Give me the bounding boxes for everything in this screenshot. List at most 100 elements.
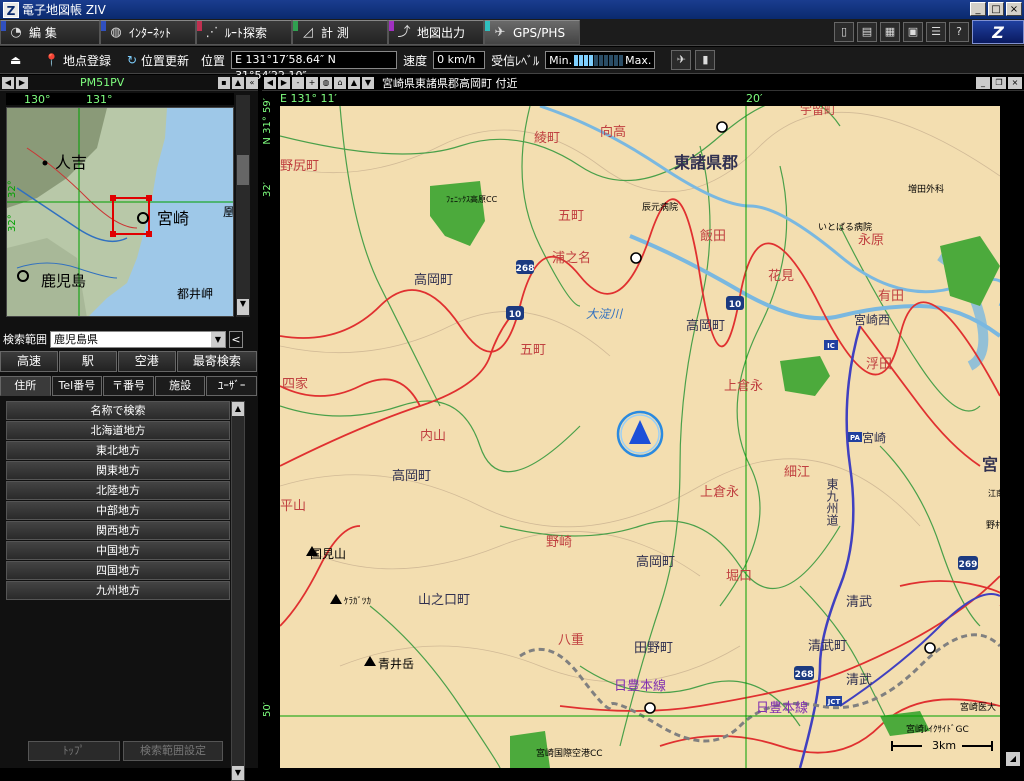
list-item[interactable]: 中部地方	[6, 501, 230, 520]
prev-icon[interactable]: ◀	[2, 76, 14, 89]
maximize-button[interactable]: □	[988, 2, 1004, 16]
speed-label: 速度	[403, 53, 428, 68]
list-icon[interactable]: ☰	[926, 22, 946, 42]
search-range-settings-button[interactable]: 検索範囲設定	[123, 741, 223, 761]
app-logo-icon: Z	[3, 1, 19, 18]
prev-icon[interactable]: ◀	[264, 76, 276, 89]
minimize-button[interactable]: _	[970, 2, 986, 16]
scroll-down-icon[interactable]: ▼	[232, 766, 244, 780]
map-label: 浮田	[866, 357, 892, 372]
map-label: いとばる病院	[818, 221, 872, 233]
map-label: 増田外科	[908, 183, 944, 195]
search-range-select[interactable]: 鹿児島県 ▼	[50, 330, 226, 348]
minimap[interactable]: 人吉 宮崎 鹿児島 都井岬 凰 32° 32°	[6, 107, 234, 317]
airport-button[interactable]: 空港	[117, 351, 176, 372]
list-item[interactable]: 九州地方	[6, 581, 230, 600]
region-scrollbar[interactable]: ▲ ▼	[231, 401, 245, 781]
position-update-button[interactable]: ↻ 位置更新	[121, 49, 195, 71]
tab-user[interactable]: ﾕｰｻﾞｰ	[206, 376, 257, 396]
main-map[interactable]: 268 10 10 269 268 IC PA JCT 3km 綾町 向高 東諸	[280, 106, 1000, 768]
map-scrollbar[interactable]: ◢	[1002, 106, 1024, 768]
close-button[interactable]: ×	[1006, 2, 1022, 16]
ic-label: IC	[827, 342, 835, 350]
list-item[interactable]: 中国地方	[6, 541, 230, 560]
scroll-down-icon[interactable]: ▼	[237, 299, 249, 315]
list-item[interactable]: 名称で検索	[6, 401, 230, 420]
globe-icon[interactable]: ◍	[320, 76, 332, 89]
tab-internet[interactable]: ◍ ｲﾝﾀｰﾈｯﾄ	[100, 20, 196, 45]
up-icon[interactable]: ▲	[348, 76, 360, 89]
tab-tel[interactable]: Tel番号	[51, 376, 103, 396]
route-number: 268	[795, 670, 814, 680]
map-label: 宮崎西	[854, 312, 890, 327]
next-icon[interactable]: ▶	[278, 76, 290, 89]
point-register-button[interactable]: 📍 地点登録	[38, 49, 117, 71]
nearest-search-button[interactable]: 最寄検索	[176, 351, 257, 372]
search-range-value: 鹿児島県	[54, 332, 98, 346]
list-item[interactable]: 北海道地方	[6, 421, 230, 440]
restore-button[interactable]: ❐	[992, 77, 1006, 89]
zoom-in-icon[interactable]: +	[306, 76, 318, 89]
gps-satellite-icon[interactable]: ✈	[671, 50, 692, 70]
map-label: 辰元病院	[642, 201, 678, 213]
map-label: 清武	[846, 673, 872, 688]
menu-icon[interactable]: ▪	[218, 76, 230, 89]
close-button[interactable]: ×	[1008, 77, 1022, 89]
map-label: 清武	[846, 595, 872, 610]
tab-flag	[485, 21, 490, 31]
list-item[interactable]: 北陸地方	[6, 481, 230, 500]
home-icon[interactable]: ⌂	[334, 76, 346, 89]
next-icon[interactable]: ▶	[16, 76, 28, 89]
corner-icon[interactable]: ◢	[1006, 752, 1020, 766]
zoom-out-icon[interactable]: -	[292, 76, 304, 89]
search-tabs: 住所 Tel番号 〒番号 施設 ﾕｰｻﾞｰ	[0, 376, 258, 397]
position-label: 位置	[201, 53, 226, 68]
tab-route-search[interactable]: ⋰ ﾙｰﾄ探索	[196, 20, 292, 45]
tab-facility[interactable]: 施設	[154, 376, 206, 396]
tab-measure[interactable]: ◿ 計 測	[292, 20, 388, 45]
tab-map-output[interactable]: ⤴ 地図出力	[388, 20, 484, 45]
document-list-icon[interactable]: ▤	[857, 22, 877, 42]
list-item[interactable]: 四国地方	[6, 561, 230, 580]
map-label: 高岡町	[686, 318, 725, 334]
list-item[interactable]: 東北地方	[6, 441, 230, 460]
map-label: 平山	[280, 499, 306, 514]
scroll-thumb[interactable]	[237, 155, 249, 185]
minimize-button[interactable]: _	[976, 77, 990, 89]
tab-edit[interactable]: ◔ 編 集	[0, 20, 100, 45]
settings-doc-icon[interactable]: ▣	[903, 22, 923, 42]
map-label: 清武町	[808, 639, 847, 654]
scale-label: 3km	[932, 739, 956, 752]
signal-meter: Min. Max.	[545, 51, 656, 69]
layout-icon[interactable]: ▦	[880, 22, 900, 42]
tab-address[interactable]: 住所	[0, 376, 51, 396]
tab-gps-phs[interactable]: ✈ GPS/PHS	[484, 20, 580, 45]
tab-postal[interactable]: 〒番号	[103, 376, 154, 396]
station-button[interactable]: 駅	[58, 351, 117, 372]
help-icon[interactable]: ?	[949, 22, 969, 42]
route-number: 269	[959, 560, 978, 570]
collapse-icon[interactable]: «	[246, 76, 258, 89]
up-icon[interactable]: ▲	[232, 76, 244, 89]
list-item[interactable]: 関東地方	[6, 461, 230, 480]
map-label: 東諸県郡	[674, 153, 738, 172]
map-label: 東九州道	[825, 478, 839, 526]
map-label: 宮崎国際空港CC	[536, 747, 603, 759]
highway-button[interactable]: 高速	[0, 351, 58, 372]
signal-bar	[619, 54, 624, 66]
minimap-scrollbar[interactable]: ▼	[236, 95, 250, 317]
list-item[interactable]: 関西地方	[6, 521, 230, 540]
back-button[interactable]: <	[229, 330, 243, 348]
scroll-up-icon[interactable]: ▲	[232, 402, 244, 416]
document-icon[interactable]: ▯	[834, 22, 854, 42]
left-panel: ◀ ▶ PM51PV ▪ ▲ « 130° 131° 人吉 宮崎 鹿児島 都井岬…	[0, 75, 258, 781]
eject-button[interactable]: ⏏	[4, 49, 34, 71]
tab-flag	[389, 21, 394, 31]
signal-label: 受信ﾚﾍﾞﾙ	[491, 53, 540, 68]
phone-icon[interactable]: ▮	[695, 50, 716, 70]
top-button[interactable]: ﾄｯﾌﾟ	[28, 741, 120, 761]
map-label: 野村	[986, 519, 1000, 531]
map-label: 綾町	[534, 130, 560, 146]
signal-bar	[604, 54, 609, 66]
menu-icon[interactable]: ▼	[362, 76, 374, 89]
